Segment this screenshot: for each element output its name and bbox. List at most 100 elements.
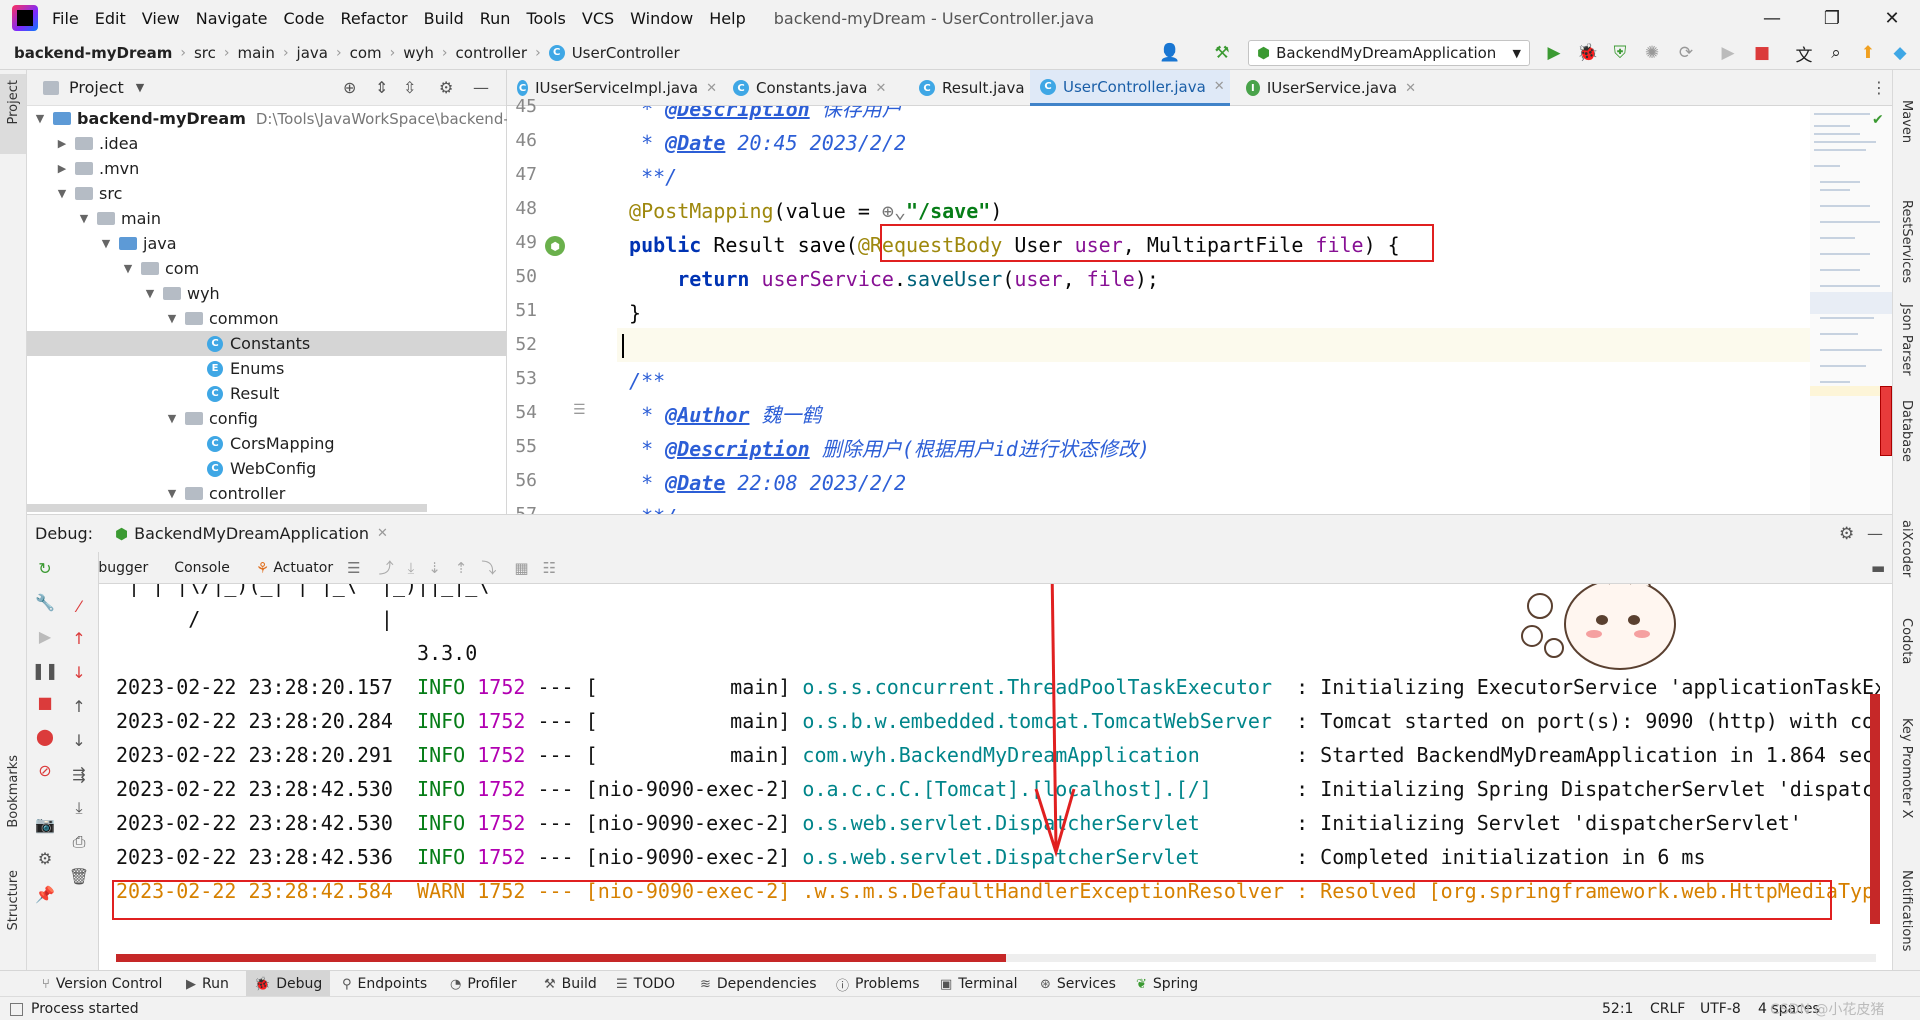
tool-problems[interactable]: ⓘ Problems [836,971,920,997]
tool-build[interactable]: ⚒ Build [544,971,597,997]
debug-icon[interactable]: 🐞 [1577,43,1598,63]
tree-item-constants[interactable]: C Constants [207,331,310,356]
tool-spring[interactable]: ❦ Spring [1136,971,1198,997]
menu-run[interactable]: Run [480,9,511,28]
menu-tools[interactable]: Tools [526,9,565,28]
gear-icon[interactable]: ⚙ [1839,524,1854,544]
tab-iuserservice[interactable]: I IUserService.java ✕ [1236,70,1416,106]
maven-tool-tab[interactable]: Maven [1899,100,1914,143]
tool-services[interactable]: ⊛ Services [1040,971,1116,997]
breadcrumb-src[interactable]: src [194,44,216,62]
expand-all-icon[interactable]: ⇕ [375,78,388,97]
tool-profiler[interactable]: ◔ Profiler [450,971,517,997]
close-icon[interactable]: ✕ [875,81,886,96]
tab-iuserserviceimpl[interactable]: C IUserServiceImpl.java ✕ [507,70,717,106]
menu-refactor[interactable]: Refactor [340,9,407,28]
scroll-up-icon[interactable]: ↑ [69,696,89,716]
clear-icon[interactable]: ⁄ [69,596,89,616]
evaluate-icon[interactable]: ▦ [514,559,528,577]
run-icon[interactable]: ▶ [1544,43,1564,63]
breadcrumb-java[interactable]: java [297,44,328,62]
menu-build[interactable]: Build [424,9,464,28]
status-message[interactable]: Process started [10,997,139,1020]
close-window-button[interactable]: ✕ [1864,0,1920,36]
tool-endpoints[interactable]: ⚲ Endpoints [342,971,427,997]
line-separator[interactable]: CRLF [1650,997,1685,1020]
tool-run[interactable]: ▶ Run [186,971,229,997]
key-promoter-tool-tab[interactable]: Key Promoter X [1899,718,1914,818]
maximize-button[interactable]: ❐ [1804,0,1860,36]
horizontal-scrollbar[interactable] [116,954,1876,962]
codota-tool-tab[interactable]: Codota [1899,618,1914,664]
plugin-icon[interactable]: ◆ [1890,43,1910,63]
breadcrumb-project[interactable]: backend-myDream [14,44,172,62]
close-icon[interactable]: ✕ [1214,79,1225,94]
pause-icon[interactable]: ❚❚ [32,660,59,680]
caret-position[interactable]: 52:1 [1602,997,1633,1020]
user-icon[interactable]: 👤 [1159,43,1180,63]
tree-item-enums[interactable]: E Enums [207,356,284,381]
tab-actuator[interactable]: Actuator [273,560,333,576]
view-breakpoints-icon[interactable]: ⬤ [35,726,55,746]
down-arrow-icon[interactable]: ↓ [69,662,89,682]
resume-icon[interactable]: ▶ [35,626,55,646]
tab-constants[interactable]: C Constants.java ✕ [723,70,903,106]
run-to-cursor-icon[interactable]: ⤵ [481,557,496,578]
menu-help[interactable]: Help [709,9,745,28]
menu-window[interactable]: Window [630,9,693,28]
project-view-title[interactable]: Project [69,78,124,97]
hide-icon[interactable]: — [1867,524,1883,543]
tree-item-root[interactable]: ▼ backend-myDream D:\Tools\JavaWorkSpace… [33,106,532,131]
hammer-build-icon[interactable]: ⚒ [1212,43,1232,63]
chevron-down-icon[interactable]: ▼ [136,81,144,94]
more-run-icon[interactable]: ⟳ [1676,43,1696,63]
tool-dependencies[interactable]: ≋ Dependencies [700,971,817,997]
close-icon[interactable]: ✕ [377,526,388,541]
database-tool-tab[interactable]: Database [1899,400,1914,462]
horizontal-scrollbar[interactable] [27,504,427,512]
doc-render-icon[interactable]: ☰ [573,402,586,418]
menu-icon[interactable]: ☰ [347,559,360,577]
tree-item-result[interactable]: C Result [207,381,279,406]
locate-icon[interactable]: ⊕ [343,78,356,97]
tree-item-controller[interactable]: ▼ controller [165,481,286,506]
gear-icon[interactable]: ⚙ [439,78,453,97]
structure-tool-tab[interactable]: Structure [6,870,21,930]
tree-item-mvn[interactable]: ▶ .mvn [55,156,140,181]
breadcrumb-controller[interactable]: controller [456,44,528,62]
menu-edit[interactable]: Edit [95,9,126,28]
gear-icon[interactable]: ⚙ [35,848,55,868]
file-encoding[interactable]: UTF-8 [1700,997,1741,1020]
tree-item-config[interactable]: ▼ config [165,406,258,431]
aixcoder-tool-tab[interactable]: aiXcoder [1899,520,1914,577]
update-icon[interactable]: ⬆ [1858,43,1878,63]
scroll-to-end-icon[interactable]: ⤓ [69,798,89,818]
tree-item-common[interactable]: ▼ common [165,306,279,331]
stop-icon[interactable]: ■ [35,692,55,712]
bookmarks-tool-tab[interactable]: Bookmarks [6,755,21,828]
tool-debug[interactable]: 🐞 Debug [246,971,331,997]
project-tool-tab[interactable]: Project [6,80,21,124]
translate-icon[interactable]: 文 [1794,43,1814,66]
menu-code[interactable]: Code [284,9,325,28]
profile-icon[interactable]: ✺ [1642,43,1662,63]
menu-vcs[interactable]: VCS [582,9,614,28]
menu-view[interactable]: View [142,9,180,28]
run-configuration-select[interactable]: ⬢ BackendMyDreamApplication ▼ [1248,40,1530,66]
json-parser-tool-tab[interactable]: Json Parser [1899,304,1914,376]
trace-icon[interactable]: ☷ [543,559,556,577]
menu-navigate[interactable]: Navigate [196,9,268,28]
scrollbar-thumb[interactable] [116,954,1006,962]
console-output[interactable]: | | |\/|_)(_| | |_\ |_)||_|_\ / | 3.3.0 … [100,584,1880,962]
step-over-icon[interactable]: ⤓ [408,559,415,577]
tree-item-java[interactable]: ▼ java [99,231,177,256]
hide-icon[interactable]: — [473,78,489,97]
scroll-down-icon[interactable]: ↓ [69,730,89,750]
more-tabs-icon[interactable]: ⋮ [1871,78,1887,97]
stop-icon[interactable]: ■ [1752,43,1772,63]
vertical-scrollbar-thumb[interactable] [1870,694,1880,924]
menu-file[interactable]: File [52,9,79,28]
spring-mapping-gutter-icon[interactable]: ⬢ [545,236,565,256]
collapse-all-icon[interactable]: ⇳ [403,78,416,97]
tab-console[interactable]: Console [174,560,230,576]
